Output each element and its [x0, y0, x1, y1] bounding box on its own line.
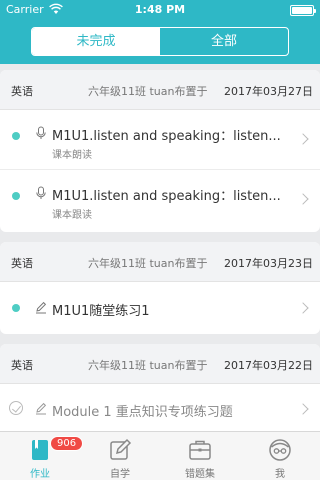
- homework-badge: 906: [50, 436, 84, 451]
- segment-unfinished[interactable]: 未完成: [32, 28, 160, 55]
- homework-item[interactable]: Module 1 重点知识专项练习题: [0, 384, 320, 431]
- write-icon: [36, 301, 47, 314]
- group-date: 2017年03月27日: [224, 85, 313, 98]
- group-assigner: 六年级11班 tuan布置于: [88, 85, 208, 98]
- group-date: 2017年03月23日: [224, 257, 313, 270]
- profile-avatar-icon: [269, 439, 291, 461]
- status-bar: Carrier 1:48 PM: [0, 0, 320, 20]
- filter-segmented-control: 未完成 全部: [31, 27, 289, 56]
- unfinished-dot: [12, 192, 20, 200]
- group-subject: 英语: [11, 85, 33, 98]
- write-icon: [36, 402, 47, 415]
- homework-title: M1U1.listen and speaking：listen...: [52, 189, 281, 204]
- tab-me[interactable]: 我: [240, 432, 320, 480]
- tab-label: 错题集: [185, 469, 215, 480]
- group-assigner: 六年级11班 tuan布置于: [88, 359, 208, 372]
- group-assigner: 六年级11班 tuan布置于: [88, 257, 208, 270]
- segment-all[interactable]: 全部: [160, 28, 288, 55]
- group-subject: 英语: [11, 359, 33, 372]
- group-subject: 英语: [11, 257, 33, 270]
- microphone-icon: [36, 126, 46, 139]
- tab-homework[interactable]: 906 作业: [0, 432, 84, 480]
- status-time: 1:48 PM: [134, 3, 186, 16]
- homework-group: 英语 六年级11班 tuan布置于 2017年03月23日 M1U1随堂练习1: [0, 242, 320, 334]
- tab-label: 自学: [110, 469, 130, 480]
- homework-title: M1U1.listen and speaking：listen...: [52, 129, 281, 144]
- tab-self-study[interactable]: 自学: [80, 432, 160, 480]
- homework-title: M1U1随堂练习1: [52, 304, 150, 319]
- completed-check-icon: [9, 401, 23, 415]
- homework-group: 英语 六年级11班 tuan布置于 2017年03月27日 M1U1.liste…: [0, 70, 320, 232]
- tab-label: 作业: [30, 469, 50, 480]
- homework-item[interactable]: M1U1随堂练习1: [0, 282, 320, 334]
- homework-item[interactable]: M1U1.listen and speaking：listen... 课本朗读: [0, 110, 320, 170]
- mistakes-briefcase-icon: [189, 440, 211, 460]
- battery-icon: [290, 5, 316, 16]
- group-header: 英语 六年级11班 tuan布置于 2017年03月27日: [0, 70, 320, 110]
- unfinished-dot: [12, 304, 20, 312]
- homework-type: 课本跟读: [52, 210, 92, 221]
- chevron-right-icon: [297, 193, 309, 205]
- group-header: 英语 六年级11班 tuan布置于 2017年03月23日: [0, 242, 320, 282]
- group-date: 2017年03月22日: [224, 359, 313, 372]
- homework-item[interactable]: M1U1.listen and speaking：listen... 课本跟读: [0, 170, 320, 230]
- tab-label: 我: [275, 469, 285, 480]
- chevron-right-icon: [297, 302, 309, 314]
- homework-title: Module 1 重点知识专项练习题: [52, 405, 233, 420]
- homework-group: 英语 六年级11班 tuan布置于 2017年03月22日 Module 1 重…: [0, 344, 320, 431]
- homework-list[interactable]: 英语 六年级11班 tuan布置于 2017年03月27日 M1U1.liste…: [0, 64, 320, 431]
- homework-type: 课本朗读: [52, 150, 92, 161]
- chevron-right-icon: [297, 403, 309, 415]
- microphone-icon: [36, 186, 46, 199]
- homework-book-icon: [32, 440, 48, 460]
- group-header: 英语 六年级11班 tuan布置于 2017年03月22日: [0, 344, 320, 384]
- tab-mistakes[interactable]: 错题集: [160, 432, 240, 480]
- tab-bar: 906 作业 自学 错题集 我: [0, 431, 320, 480]
- chevron-right-icon: [297, 133, 309, 145]
- nav-bar: 未完成 全部: [0, 20, 320, 64]
- self-study-pencil-icon: [110, 438, 132, 460]
- unfinished-dot: [12, 132, 20, 140]
